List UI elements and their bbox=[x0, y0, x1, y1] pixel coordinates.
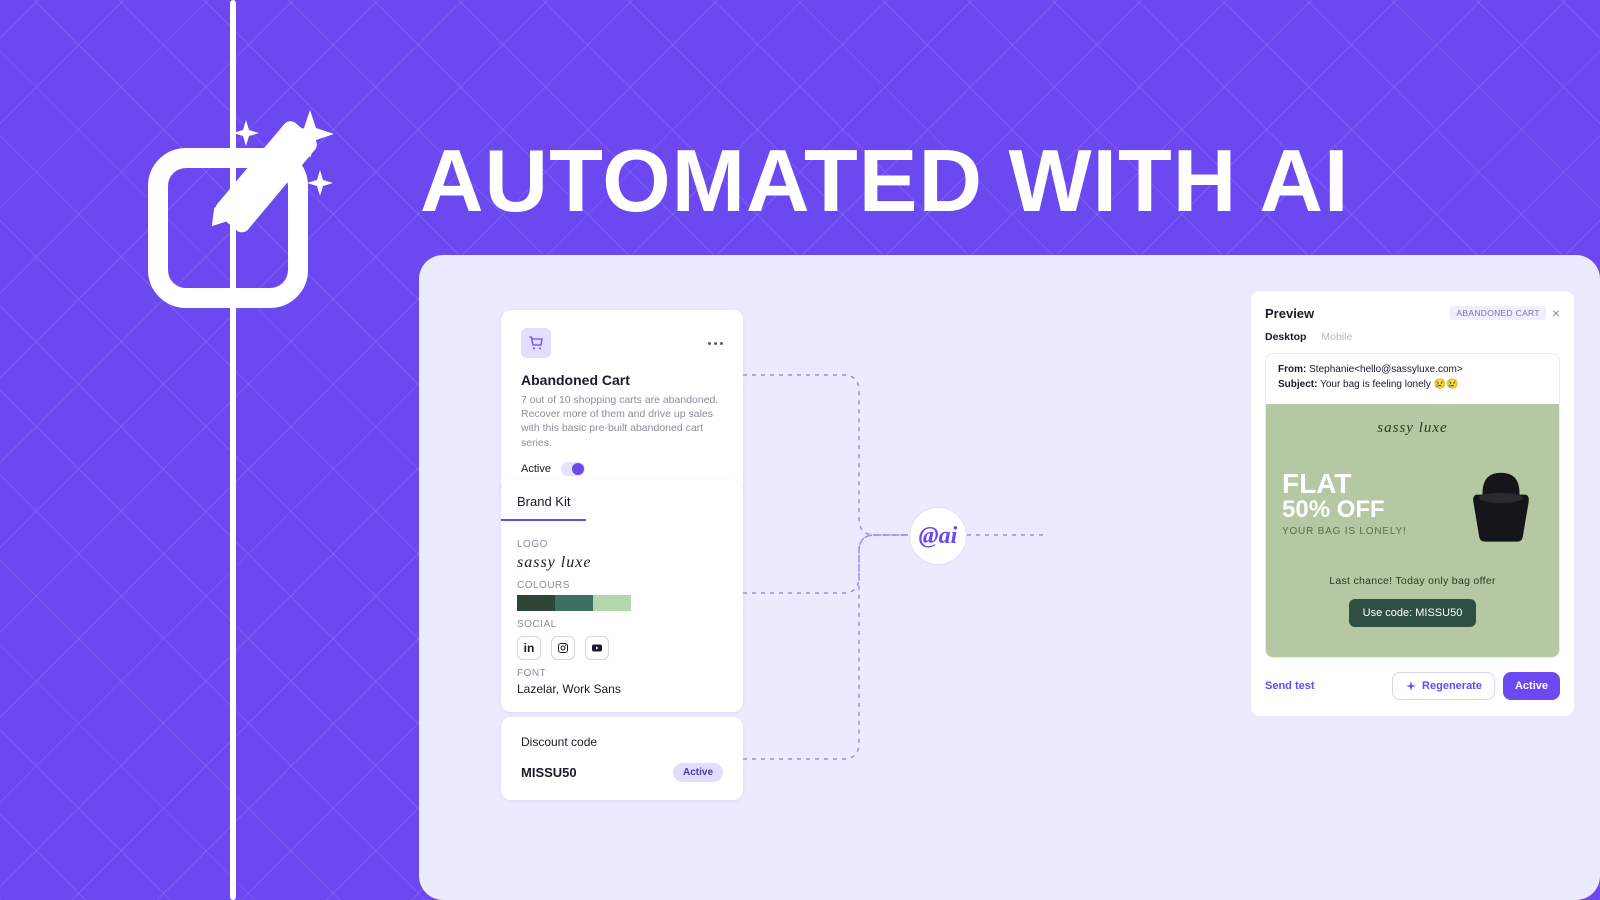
font-label: FONT bbox=[517, 668, 727, 679]
hero-flat: FLAT bbox=[1282, 470, 1407, 498]
colour-swatch[interactable] bbox=[593, 595, 631, 611]
font-value: Lazelar, Work Sans bbox=[517, 682, 727, 696]
hero-tagline: YOUR BAG IS LONELY! bbox=[1282, 526, 1407, 537]
connector-lines bbox=[743, 365, 1063, 785]
more-icon[interactable] bbox=[708, 342, 723, 345]
abandoned-description: 7 out of 10 shopping carts are abandoned… bbox=[521, 393, 723, 450]
preview-title: Preview bbox=[1265, 306, 1314, 321]
social-label: SOCIAL bbox=[517, 619, 727, 630]
send-test-link[interactable]: Send test bbox=[1265, 680, 1315, 692]
hero-chance: Last chance! Today only bag offer bbox=[1282, 575, 1543, 587]
subject-value: Your bag is feeling lonely 😢😢 bbox=[1320, 379, 1459, 390]
close-icon[interactable]: × bbox=[1552, 305, 1560, 321]
hero-off: 50% OFF bbox=[1282, 498, 1407, 522]
tab-mobile[interactable]: Mobile bbox=[1321, 331, 1352, 343]
colour-swatches bbox=[517, 595, 727, 611]
youtube-icon[interactable] bbox=[585, 636, 609, 660]
sparkle-icon bbox=[1405, 680, 1417, 692]
subject-label: Subject: bbox=[1278, 379, 1317, 390]
abandoned-title: Abandoned Cart bbox=[521, 372, 723, 388]
colour-swatch[interactable] bbox=[517, 595, 555, 611]
tab-brand-kit[interactable]: Brand Kit bbox=[501, 480, 586, 521]
logo-label: LOGO bbox=[517, 539, 727, 550]
regenerate-button[interactable]: Regenerate bbox=[1392, 672, 1495, 700]
status-badge: Active bbox=[673, 763, 723, 782]
instagram-icon[interactable] bbox=[551, 636, 575, 660]
tab-desktop[interactable]: Desktop bbox=[1265, 331, 1306, 343]
note-sparkle-icon bbox=[140, 100, 360, 320]
preview-panel: Preview ABANDONED CART × Desktop Mobile … bbox=[1250, 290, 1575, 717]
brand-kit-card: Brand Kit LOGO sassy luxe COLOURS SOCIAL… bbox=[501, 480, 743, 712]
active-label: Active bbox=[521, 463, 551, 475]
brand-logo: sassy luxe bbox=[517, 554, 727, 572]
from-label: From: bbox=[1278, 364, 1306, 375]
bag-icon bbox=[1459, 461, 1543, 545]
abandoned-cart-card: Abandoned Cart 7 out of 10 shopping cart… bbox=[501, 310, 743, 494]
email-preview: From: Stephanie<hello@sassyluxe.com> Sub… bbox=[1265, 353, 1560, 658]
linkedin-icon[interactable]: in bbox=[517, 636, 541, 660]
discount-code: MISSU50 bbox=[521, 765, 577, 780]
active-button[interactable]: Active bbox=[1503, 672, 1560, 700]
hero-brand-logo: sassy luxe bbox=[1282, 420, 1543, 437]
use-code-button[interactable]: Use code: MISSU50 bbox=[1349, 599, 1477, 627]
colour-swatch[interactable] bbox=[555, 595, 593, 611]
active-toggle[interactable] bbox=[561, 462, 585, 476]
main-panel: Abandoned Cart 7 out of 10 shopping cart… bbox=[419, 255, 1600, 900]
page-headline: AUTOMATED WITH AI bbox=[420, 130, 1349, 232]
discount-title: Discount code bbox=[521, 735, 723, 749]
cart-icon bbox=[521, 328, 551, 358]
preview-tag: ABANDONED CART bbox=[1450, 306, 1545, 320]
colours-label: COLOURS bbox=[517, 580, 727, 591]
discount-code-card: Discount code MISSU50 Active bbox=[501, 717, 743, 800]
from-value: Stephanie<hello@sassyluxe.com> bbox=[1309, 364, 1463, 375]
ai-badge: @ai bbox=[909, 507, 967, 565]
